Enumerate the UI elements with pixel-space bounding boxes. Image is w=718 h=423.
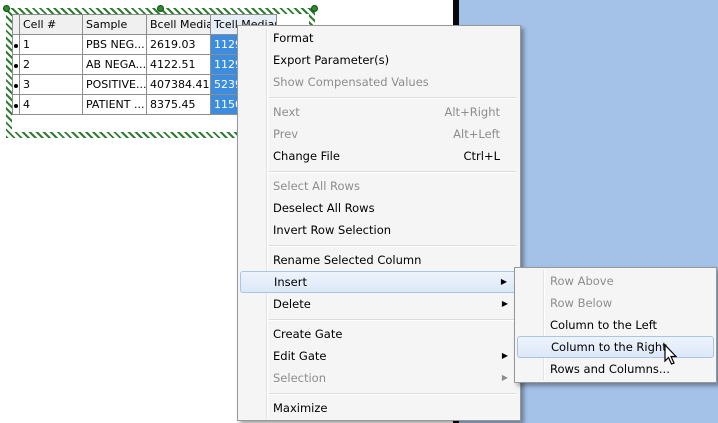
menu-item-label: Change File (273, 149, 340, 163)
menu-item-label: Next (273, 105, 300, 119)
menu-item-label: Delete (273, 297, 311, 311)
context-menu: Format Export Parameter(s) Show Compensa… (237, 25, 521, 421)
menu-item-deselect-all-rows[interactable]: Deselect All Rows (240, 197, 518, 219)
table-cell[interactable]: PATIENT ... (82, 94, 147, 115)
shortcut-label: Alt+Right (444, 105, 501, 119)
table-cell[interactable]: 4 (19, 94, 83, 115)
menu-item-label: Selection (273, 371, 326, 385)
menu-item-label: Rename Selected Column (273, 253, 422, 267)
menu-item-format[interactable]: Format (240, 27, 518, 49)
table-cell[interactable]: 8375.45 (146, 94, 211, 115)
menu-item-label: Rows and Columns... (550, 362, 670, 376)
menu-item-label: Format (273, 31, 314, 45)
menu-item-label: Select All Rows (273, 179, 360, 193)
insert-submenu: Row Above Row Below Column to the Left C… (514, 267, 717, 383)
menu-item-show-compensated-values: Show Compensated Values (240, 71, 518, 93)
menu-item-maximize[interactable]: Maximize (240, 397, 518, 419)
table-cell[interactable]: POSITIVE... (82, 74, 147, 95)
menu-item-label: Prev (273, 127, 299, 141)
shortcut-label: Ctrl+L (463, 149, 500, 163)
menu-item-label: Row Below (550, 296, 613, 310)
submenu-arrow-icon: ▶ (501, 373, 508, 382)
menu-item-insert[interactable]: Insert ▶ (240, 271, 518, 293)
menu-item-label: Maximize (273, 401, 328, 415)
menu-separator (269, 319, 516, 321)
table-cell[interactable]: 3 (19, 74, 83, 95)
menu-item-select-all-rows: Select All Rows (240, 175, 518, 197)
table-cell[interactable]: 4122.51 (146, 54, 211, 75)
menu-item-rename-selected-column[interactable]: Rename Selected Column (240, 249, 518, 271)
menu-item-export-parameters[interactable]: Export Parameter(s) (240, 49, 518, 71)
menu-item-delete[interactable]: Delete ▶ (240, 293, 518, 315)
menu-item-label: Invert Row Selection (273, 223, 392, 237)
menu-item-edit-gate[interactable]: Edit Gate ▶ (240, 345, 518, 367)
submenu-arrow-icon: ▶ (501, 299, 508, 308)
resize-handle-top-left[interactable] (3, 5, 10, 12)
mouse-pointer-icon (664, 344, 678, 365)
submenu-item-row-above: Row Above (517, 270, 714, 292)
menu-item-invert-row-selection[interactable]: Invert Row Selection (240, 219, 518, 241)
menu-separator (269, 245, 516, 247)
menu-separator (269, 97, 516, 99)
submenu-arrow-icon: ▶ (501, 351, 508, 360)
menu-item-create-gate[interactable]: Create Gate (240, 323, 518, 345)
menu-item-label: Column to the Left (550, 318, 658, 332)
row-marker (12, 94, 20, 115)
table-cell[interactable]: AB NEGA... (82, 54, 147, 75)
menu-item-label: Show Compensated Values (273, 75, 429, 89)
table-cell[interactable]: PBS NEG... (82, 34, 147, 55)
resize-handle-top-center[interactable] (157, 5, 164, 12)
submenu-arrow-icon: ▶ (500, 277, 507, 286)
menu-item-label: Create Gate (273, 327, 343, 341)
submenu-item-column-to-the-right[interactable]: Column to the Right (517, 336, 714, 358)
menu-item-prev: Prev Alt+Left (240, 123, 518, 145)
menu-item-label: Column to the Right (551, 340, 667, 354)
shortcut-label: Alt+Left (453, 127, 500, 141)
row-marker-header (12, 14, 20, 35)
menu-item-change-file[interactable]: Change File Ctrl+L (240, 145, 518, 167)
table-cell[interactable]: 407384.41 (146, 74, 211, 95)
menu-item-selection: Selection ▶ (240, 367, 518, 389)
menu-item-label: Deselect All Rows (273, 201, 375, 215)
row-marker (12, 34, 20, 55)
row-marker (12, 54, 20, 75)
table-cell[interactable]: 1 (19, 34, 83, 55)
column-header[interactable]: Cell # (19, 14, 83, 35)
table-cell[interactable]: 2619.03 (146, 34, 211, 55)
menu-item-label: Insert (274, 275, 307, 289)
menu-item-label: Export Parameter(s) (273, 53, 390, 67)
submenu-item-column-to-the-left[interactable]: Column to the Left (517, 314, 714, 336)
menu-separator (269, 393, 516, 395)
resize-handle-top-right[interactable] (311, 5, 318, 12)
column-header[interactable]: Sample (82, 14, 147, 35)
row-marker (12, 74, 20, 95)
column-header[interactable]: Bcell Median (146, 14, 211, 35)
menu-item-label: Row Above (550, 274, 614, 288)
submenu-item-row-below: Row Below (517, 292, 714, 314)
menu-separator (269, 171, 516, 173)
submenu-item-rows-and-columns[interactable]: Rows and Columns... (517, 358, 714, 380)
table-cell[interactable]: 2 (19, 54, 83, 75)
menu-item-label: Edit Gate (273, 349, 327, 363)
menu-item-next: Next Alt+Right (240, 101, 518, 123)
